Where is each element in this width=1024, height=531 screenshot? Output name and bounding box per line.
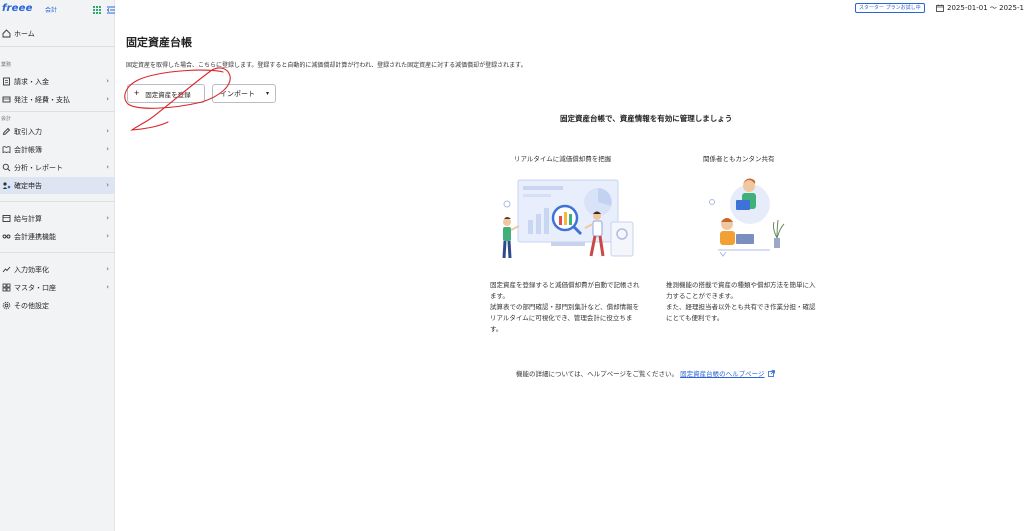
- home-icon: [1, 29, 11, 39]
- sidebar-item-payroll[interactable]: 給与計算 ›: [0, 210, 115, 227]
- fiscal-period-selector[interactable]: 2025-01-01 〜 2025-12-31: [947, 3, 1024, 13]
- sidebar-item-label: 入力効率化: [14, 265, 49, 274]
- external-link-icon[interactable]: [767, 370, 775, 377]
- chevron-right-icon: ›: [106, 283, 109, 291]
- import-label: インポート: [220, 90, 255, 98]
- promo-title: 固定資産台帳で、資産情報を有効に管理しましょう: [560, 114, 733, 123]
- realtime-depreciation-illustration: [502, 179, 634, 259]
- logo-row: freee 会計: [0, 2, 115, 18]
- sidebar-section-label: 業務: [1, 62, 12, 68]
- import-dropdown-button[interactable]: インポート ▾: [212, 84, 276, 103]
- sidebar-item-automation[interactable]: 入力効率化 ›: [0, 261, 115, 278]
- sidebar-item-label: 給与計算: [14, 214, 42, 223]
- chevron-right-icon: ›: [106, 145, 109, 153]
- automation-icon: [1, 265, 11, 275]
- chevron-right-icon: ›: [106, 163, 109, 171]
- help-text: 機能の詳細については、ヘルプページをご覧ください。: [516, 370, 679, 378]
- sidebar-item-label: 分析・レポート: [14, 163, 63, 172]
- register-asset-label: 固定資産を登録: [145, 91, 191, 99]
- feature-desc-realtime: 固定資産を登録すると減価償却費が自動で記帳されます。 試算表での部門確認・部門別…: [490, 280, 642, 335]
- payroll-icon: [1, 214, 11, 224]
- feature-desc-share: 推測機能の搭載で資産の種類や償却方法を簡単に入力することができます。 また、経理…: [666, 280, 818, 324]
- payment-icon: [1, 95, 11, 105]
- help-line: 機能の詳細については、ヘルプページをご覧ください。 固定資産台帳のヘルプページ: [516, 368, 775, 378]
- sidebar-divider: [0, 201, 115, 202]
- book-icon: [1, 145, 11, 155]
- sidebar-item-label: その他設定: [14, 301, 49, 310]
- app-logo[interactable]: freee: [2, 3, 33, 14]
- sidebar-item-payment[interactable]: 発注・経費・支払 ›: [0, 91, 115, 108]
- sidebar-item-home[interactable]: ホーム: [0, 25, 115, 42]
- sidebar-divider: [0, 46, 115, 47]
- help-link-label: 固定資産台帳のヘルプページ: [680, 370, 765, 378]
- chevron-right-icon: ›: [106, 232, 109, 240]
- app-grid-icon[interactable]: [93, 6, 101, 14]
- edit-icon: [1, 127, 11, 137]
- chevron-right-icon: ›: [106, 127, 109, 135]
- integration-icon: [1, 232, 11, 242]
- sidebar-section-label: 会計: [1, 116, 12, 122]
- invoice-icon: [1, 77, 11, 87]
- sidebar-item-integration[interactable]: 会計連携機能 ›: [0, 228, 115, 245]
- sharing-illustration: [709, 178, 785, 257]
- page-description: 固定資産を取得した場合、こちらに登録します。登録すると自動的に減価償却計算が行わ…: [126, 62, 527, 69]
- sidebar-item-master[interactable]: マスタ・口座 ›: [0, 279, 115, 296]
- sidebar-item-journal-entry[interactable]: 取引入力 ›: [0, 123, 115, 140]
- sidebar-item-label: 発注・経費・支払: [14, 95, 70, 104]
- sidebar-item-label: 確定申告: [14, 181, 42, 190]
- app-root: freee 会計 ホーム 業務 請求・入金 › 発注・経費・支払 › 会計 取引…: [0, 0, 1024, 531]
- page-title: 固定資産台帳: [126, 36, 192, 49]
- sidebar-item-settings[interactable]: その他設定: [0, 297, 115, 314]
- calendar-icon: [936, 4, 944, 12]
- sidebar-item-label: 会計帳簿: [14, 145, 42, 154]
- help-page-link[interactable]: 固定資産台帳のヘルプページ: [680, 370, 764, 378]
- master-icon: [1, 283, 11, 293]
- sidebar-divider: [0, 252, 115, 253]
- feature-desc-text: 固定資産を登録すると減価償却費が自動で記帳されます。 試算表での部門確認・部門別…: [490, 281, 640, 333]
- feature-desc-text: 推測機能の搭載で資産の種類や償却方法を簡単に入力することができます。 また、経理…: [666, 281, 816, 322]
- sidebar-item-reports[interactable]: 分析・レポート ›: [0, 159, 115, 176]
- plus-icon: +: [134, 88, 140, 98]
- search-icon: [1, 163, 11, 173]
- chevron-right-icon: ›: [106, 77, 109, 85]
- app-logo-sub: 会計: [45, 7, 58, 14]
- sidebar-item-invoice[interactable]: 請求・入金 ›: [0, 73, 115, 90]
- feature-title-realtime: リアルタイムに減価償却費を把握: [514, 155, 612, 163]
- sidebar-item-label: 請求・入金: [14, 77, 49, 86]
- plan-badge[interactable]: スターター プランお試し中: [855, 3, 925, 13]
- tax-return-icon: [1, 181, 11, 191]
- settings-icon: [1, 301, 11, 311]
- sidebar-item-books[interactable]: 会計帳簿 ›: [0, 141, 115, 158]
- sidebar-item-label: 会計連携機能: [14, 232, 56, 241]
- chevron-right-icon: ›: [106, 214, 109, 222]
- sidebar-item-tax-return[interactable]: 確定申告 ›: [0, 177, 115, 194]
- feature-title-share: 関係者ともカンタン共有: [703, 155, 775, 163]
- sidebar-item-label: マスタ・口座: [14, 283, 56, 292]
- chevron-right-icon: ›: [106, 181, 109, 189]
- sidebar-divider: [0, 111, 115, 112]
- chevron-right-icon: ›: [106, 265, 109, 273]
- sidebar-item-label: ホーム: [14, 29, 35, 38]
- chevron-right-icon: ›: [106, 95, 109, 103]
- sidebar: freee 会計 ホーム 業務 請求・入金 › 発注・経費・支払 › 会計 取引…: [0, 0, 115, 531]
- sidebar-collapse-icon[interactable]: [106, 5, 116, 15]
- caret-down-icon: ▾: [265, 91, 269, 97]
- sidebar-item-label: 取引入力: [14, 127, 42, 136]
- register-asset-button[interactable]: + 固定資産を登録: [127, 84, 205, 103]
